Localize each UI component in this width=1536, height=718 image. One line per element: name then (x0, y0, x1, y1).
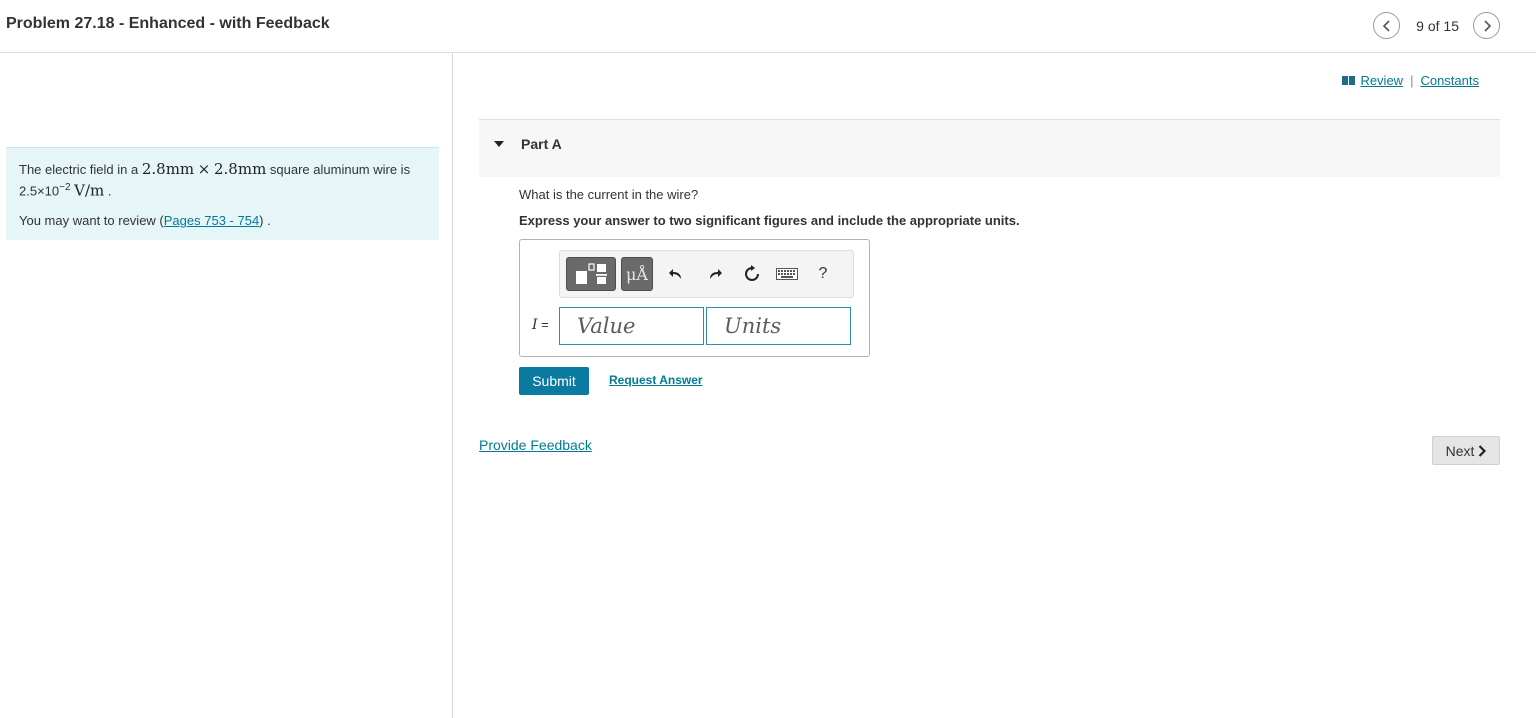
review-pages-line: You may want to review (Pages 753 - 754)… (19, 212, 426, 230)
chevron-right-icon (1479, 444, 1487, 457)
previous-problem-button[interactable] (1373, 12, 1401, 39)
caret-down-icon[interactable] (493, 140, 505, 148)
header-bar: Problem 27.18 - Enhanced - with Feedback… (0, 0, 1536, 53)
field-period: . (107, 183, 112, 199)
book-icon (1342, 76, 1356, 85)
question-text: What is the current in the wire? (519, 187, 699, 202)
reset-button[interactable] (740, 257, 764, 291)
part-title: Part A (521, 136, 562, 152)
submit-button[interactable]: Submit (519, 367, 589, 395)
electric-field-value: 2.5×10−2 V/m . (19, 179, 426, 200)
units-icon: μÅ (626, 264, 648, 284)
problem-text-after: square aluminum wire is (266, 162, 411, 177)
pager: 9 of 15 (1373, 12, 1500, 39)
redo-icon (710, 269, 722, 279)
problem-text-before: The electric field in a (19, 162, 142, 177)
next-problem-button[interactable] (1473, 12, 1500, 39)
pager-count: 9 of 15 (1416, 17, 1459, 34)
equals-sign: = (537, 317, 549, 332)
units-input[interactable] (706, 307, 851, 345)
units-button[interactable]: μÅ (621, 257, 653, 291)
problem-statement: The electric field in a 2.8mm × 2.8mm sq… (6, 147, 439, 240)
page-title: Problem 27.18 - Enhanced - with Feedback (6, 15, 330, 32)
keyboard-icon (776, 268, 798, 280)
wire-dimension-b: 2.8mm (213, 160, 267, 178)
times-symbol: × (197, 160, 211, 178)
undo-button[interactable] (664, 257, 688, 291)
answer-box: μÅ ? I = Value Units (519, 239, 870, 357)
reset-icon (745, 265, 759, 281)
next-button[interactable]: Next (1432, 436, 1500, 465)
undo-icon (669, 269, 681, 279)
redo-button[interactable] (703, 257, 727, 291)
pages-link[interactable]: Pages 753 - 754 (164, 213, 259, 228)
templates-icon (576, 263, 607, 284)
problem-text: The electric field in a 2.8mm × 2.8mm sq… (19, 160, 426, 179)
review-link[interactable]: Review (1360, 73, 1403, 88)
constants-link[interactable]: Constants (1420, 73, 1479, 88)
request-answer-link[interactable]: Request Answer (609, 373, 703, 387)
top-links: Review | Constants (1342, 73, 1479, 88)
templates-button[interactable] (566, 257, 616, 291)
wire-dimension-a: 2.8mm (141, 160, 195, 178)
review-prefix: You may want to review ( (19, 213, 164, 229)
panel-divider (452, 53, 453, 718)
help-icon: ? (818, 265, 828, 282)
chevron-left-icon (1382, 19, 1390, 32)
help-button[interactable]: ? (813, 257, 833, 291)
next-button-label: Next (1445, 442, 1475, 459)
value-input[interactable] (559, 307, 704, 345)
field-mantissa: 2.5×10 (19, 183, 60, 199)
review-suffix: ) . (259, 213, 271, 229)
math-toolbar: μÅ ? (559, 250, 854, 298)
field-units: V/m (74, 181, 105, 200)
links-separator: | (1410, 73, 1414, 88)
instruction-text: Express your answer to two significant f… (519, 213, 1020, 228)
part-a-header[interactable]: Part A (479, 119, 1500, 177)
keyboard-button[interactable] (774, 257, 800, 291)
chevron-right-icon (1483, 19, 1491, 32)
provide-feedback-link[interactable]: Provide Feedback (479, 437, 592, 453)
answer-variable-label: I = (532, 317, 549, 333)
field-exponent: −2 (59, 182, 71, 193)
